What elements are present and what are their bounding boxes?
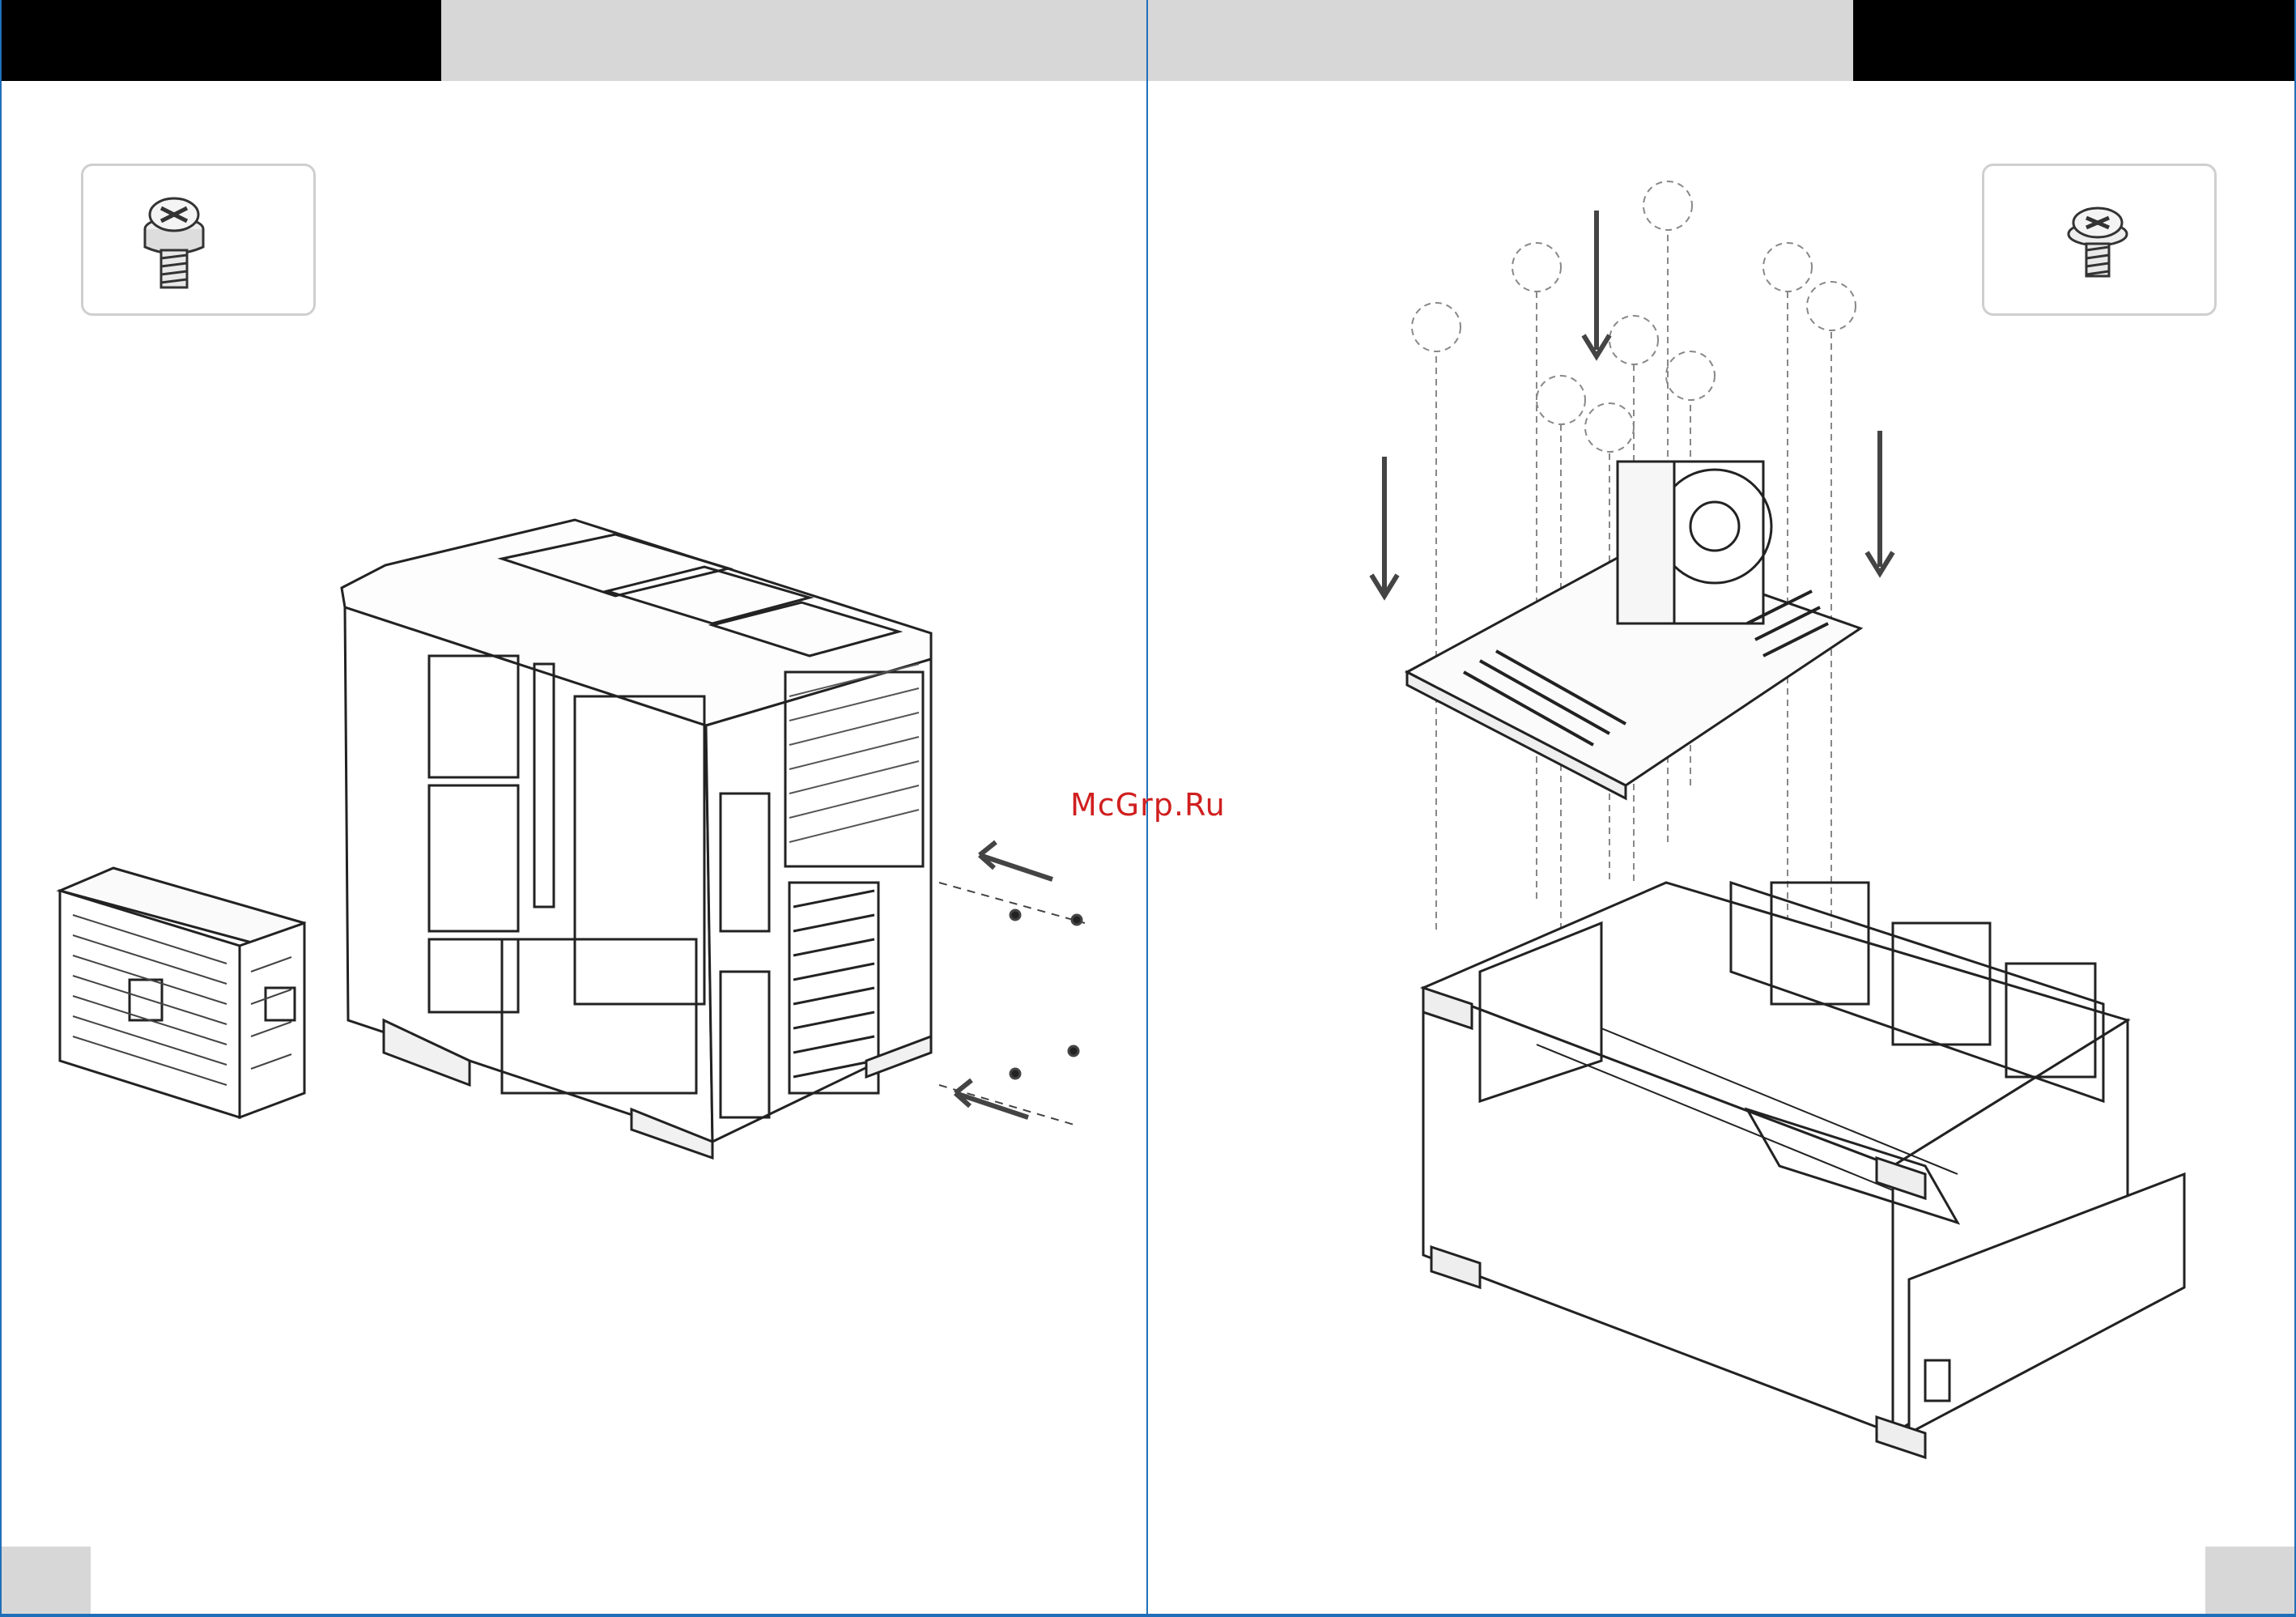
left-page (0, 0, 1146, 1617)
psu-unit (56, 866, 306, 1120)
left-edge-line (0, 0, 2, 1617)
header-grey-band (441, 0, 1146, 81)
screw-arrows (938, 840, 1086, 1126)
psu-installation-illustration (56, 518, 1086, 1160)
case-chassis (340, 518, 933, 1160)
case-chassis-open (1420, 880, 2186, 1460)
header-grey-band (1148, 0, 1853, 81)
motherboard (1404, 460, 1864, 801)
header-black-band (1853, 0, 2296, 81)
page-corner-tab-right (2205, 1547, 2296, 1615)
right-page (1148, 0, 2296, 1617)
screw-callout-box (81, 164, 316, 316)
page-corner-tab-left (0, 1547, 91, 1615)
motherboard-installation-illustration (1369, 181, 2186, 1460)
phillips-hex-screw-icon (143, 197, 205, 289)
watermark-text: McGrp.Ru (1070, 787, 1226, 823)
cpu-cooler (1616, 460, 1773, 625)
bottom-edge-line (0, 1614, 2296, 1617)
header-black-band (0, 0, 441, 81)
